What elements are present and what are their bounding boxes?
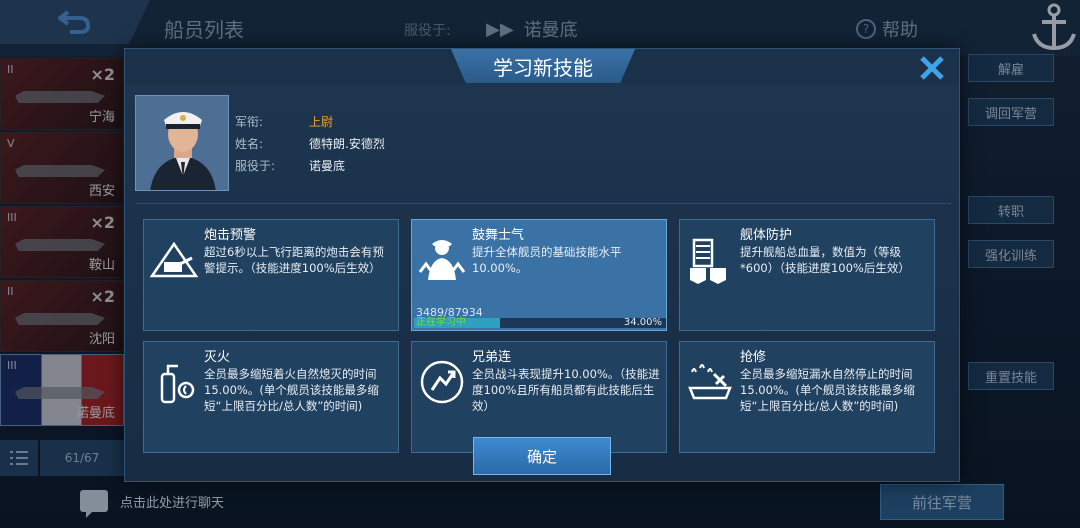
- skill-name: 炮击预警: [204, 228, 257, 243]
- skill-card[interactable]: 灭火 全员最多缩短着火自然熄灭的时间15.00%。(单个舰员该技能最多缩短“上限…: [143, 341, 399, 453]
- skill-status: 正在学习中: [416, 317, 466, 328]
- skill-card[interactable]: 舰体防护 提升舰船总血量，数值为（等级*600）（技能进度100%后生效）: [679, 219, 935, 331]
- skill-name: 兄弟连: [472, 350, 512, 365]
- skill-name: 灭火: [204, 350, 231, 365]
- skill-name: 抢修: [740, 350, 767, 365]
- name-label: 姓名:: [235, 137, 264, 151]
- cannon-icon: [150, 241, 198, 278]
- extinguisher-icon: [160, 364, 195, 404]
- dialog-title: 学习新技能: [451, 49, 635, 83]
- skill-card-active[interactable]: 鼓舞士气 提升全体舰员的基础技能水平10.00%。 3489/87934 正在学…: [411, 219, 667, 331]
- close-button[interactable]: [917, 53, 947, 83]
- skill-card[interactable]: 抢修 全员最多缩短漏水自然停止的时间15.00%。(单个舰员该技能最多缩短“上限…: [679, 341, 935, 453]
- brotherhood-icon: [420, 360, 464, 404]
- officer-info: 军衔: 上尉 姓名: 德特朗.安德烈 服役于: 诺曼底: [235, 111, 385, 177]
- divider: [135, 203, 951, 204]
- name-value: 德特朗.安德烈: [309, 137, 385, 151]
- confirm-button[interactable]: 确定: [473, 437, 611, 475]
- ship-shield-icon: [690, 238, 726, 284]
- skill-name: 鼓舞士气: [472, 228, 525, 243]
- rank-value: 上尉: [309, 115, 334, 129]
- officer-portrait: [135, 95, 229, 191]
- skill-description: 超过6秒以上飞行距离的炮击会有预警提示。（技能进度100%后生效）: [204, 245, 384, 275]
- skill-description: 提升舰船总血量，数值为（等级*600）（技能进度100%后生效）: [740, 245, 910, 275]
- skill-percent: 34.00%: [623, 317, 662, 328]
- skill-description: 提升全体舰员的基础技能水平10.00%。: [472, 245, 622, 275]
- officer-avatar: [136, 96, 228, 190]
- officer-boost-icon: [418, 240, 466, 280]
- service-label: 服役于:: [235, 159, 276, 173]
- skill-description: 全员战斗表现提升10.00%。（技能进度100%且所有船员都有此技能后生效）: [472, 367, 660, 413]
- service-value: 诺曼底: [309, 159, 346, 173]
- skill-card[interactable]: 炮击预警 超过6秒以上飞行距离的炮击会有预警提示。（技能进度100%后生效）: [143, 219, 399, 331]
- skill-description: 全员最多缩短着火自然熄灭的时间15.00%。(单个舰员该技能最多缩短“上限百分比…: [204, 367, 379, 413]
- repair-icon: [688, 364, 732, 400]
- skill-description: 全员最多缩短漏水自然停止的时间15.00%。(单个舰员该技能最多缩短“上限百分比…: [740, 367, 915, 413]
- close-icon: [920, 56, 944, 80]
- skill-name: 舰体防护: [740, 228, 793, 243]
- learn-skill-dialog: 学习新技能 军衔: 上尉 姓名: 德特朗.安德烈 服役于: 诺曼底 炮击预警 超…: [124, 48, 960, 482]
- rank-label: 军衔:: [235, 115, 264, 129]
